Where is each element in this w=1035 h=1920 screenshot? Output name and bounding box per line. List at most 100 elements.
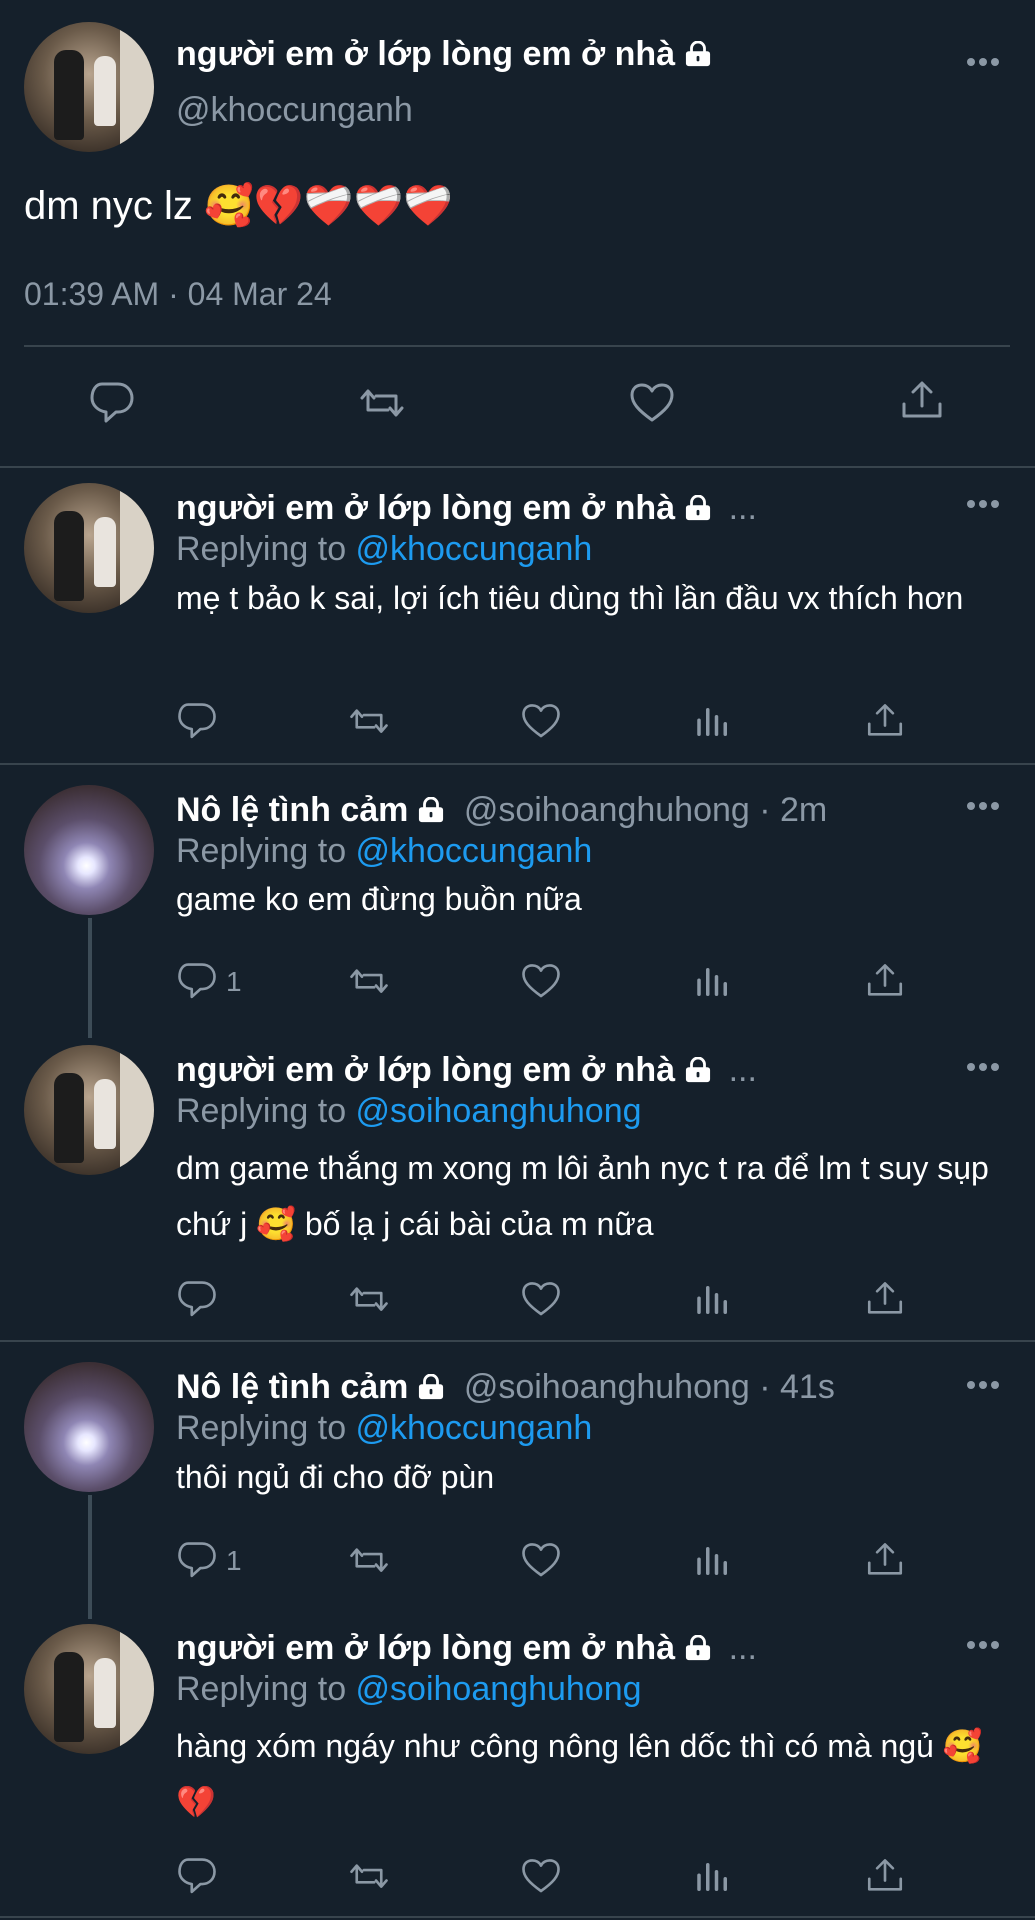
retweet-button[interactable]	[348, 1278, 390, 1322]
lock-icon	[684, 1635, 712, 1661]
retweet-icon	[350, 1864, 388, 1888]
display-name[interactable]: người em ở lớp lòng em ở nhà	[176, 34, 713, 74]
like-button[interactable]	[520, 1539, 562, 1583]
reply-count: 1	[226, 966, 242, 997]
retweet-icon	[350, 1548, 388, 1572]
display-name[interactable]: người em ở lớp lòng em ở nhà ...	[176, 488, 757, 528]
more-icon[interactable]	[967, 500, 999, 510]
retweet-icon	[350, 709, 388, 733]
more-icon[interactable]	[967, 802, 999, 812]
replying-label: Replying to	[176, 1670, 356, 1708]
replying-to-link[interactable]: @khoccunganh	[356, 832, 593, 870]
tweet-text: thôi ngủ đi cho đỡ pùn	[176, 1459, 495, 1495]
more-icon[interactable]	[967, 58, 999, 68]
avatar[interactable]	[24, 785, 154, 915]
share-button[interactable]	[864, 1278, 906, 1322]
handle[interactable]: @khoccunganh	[176, 90, 413, 130]
replying-to-link[interactable]: @soihoanghuhong	[356, 1670, 642, 1708]
analytics-button[interactable]	[692, 700, 734, 744]
share-button[interactable]	[864, 1855, 906, 1899]
reply-button[interactable]: 1	[176, 1539, 242, 1583]
reply-icon	[178, 1281, 216, 1317]
thread-line	[88, 1495, 92, 1619]
action-bar	[176, 1278, 936, 1322]
tweet-text: hàng xóm ngáy như công nông lên dốc thì …	[176, 1728, 983, 1820]
reply-icon	[178, 1858, 216, 1894]
lock-icon	[417, 1374, 445, 1400]
like-button[interactable]	[520, 960, 562, 1004]
divider	[0, 466, 1035, 468]
like-button[interactable]	[520, 1855, 562, 1899]
retweet-icon	[350, 1287, 388, 1311]
reply-button[interactable]	[176, 700, 218, 744]
display-name[interactable]: Nô lệ tình cảm @soihoanghuhong · 2m	[176, 790, 827, 830]
tweet-text: mẹ t bảo k sai, lợi ích tiêu dùng thì lầ…	[176, 580, 964, 616]
display-name-text: người em ở lớp lòng em ở nhà	[176, 35, 676, 73]
handle-time[interactable]: @soihoanghuhong · 41s	[464, 1368, 835, 1406]
retweet-button[interactable]	[348, 1855, 390, 1899]
avatar[interactable]	[24, 1362, 154, 1492]
reply-icon[interactable]	[88, 380, 136, 428]
analytics-button[interactable]	[692, 960, 734, 1004]
reply-count: 1	[226, 1545, 242, 1576]
reply-button[interactable]	[176, 1278, 218, 1322]
retweet-icon[interactable]	[358, 380, 406, 428]
analytics-button[interactable]	[692, 1855, 734, 1899]
retweet-icon	[350, 969, 388, 993]
share-button[interactable]	[864, 1539, 906, 1583]
more-icon[interactable]	[967, 1063, 999, 1073]
more-icon[interactable]	[967, 1641, 999, 1651]
action-bar: 1	[176, 1539, 936, 1583]
replying-to: Replying to @khoccunganh	[176, 831, 592, 871]
action-bar: 1	[176, 960, 936, 1004]
like-button[interactable]	[520, 700, 562, 744]
divider	[24, 345, 1010, 347]
analytics-icon	[697, 1547, 727, 1575]
share-icon	[867, 964, 903, 996]
analytics-icon	[697, 968, 727, 996]
display-name-text: người em ở lớp lòng em ở nhà	[176, 1629, 676, 1667]
share-icon[interactable]	[898, 378, 946, 426]
tweet-text: dm game thắng m xong m lôi ảnh nyc t ra …	[176, 1150, 989, 1242]
replying-label: Replying to	[176, 530, 356, 568]
display-name-text: người em ở lớp lòng em ở nhà	[176, 1051, 676, 1089]
lock-icon	[417, 797, 445, 823]
action-bar	[176, 1855, 936, 1899]
replying-label: Replying to	[176, 1409, 356, 1447]
display-name[interactable]: người em ở lớp lòng em ở nhà ...	[176, 1050, 757, 1090]
retweet-button[interactable]	[348, 700, 390, 744]
replying-to: Replying to @khoccunganh	[176, 529, 592, 569]
like-icon	[522, 1282, 560, 1316]
truncation: ...	[728, 1051, 757, 1089]
like-icon	[522, 1543, 560, 1577]
replying-to-link[interactable]: @soihoanghuhong	[356, 1092, 642, 1130]
replying-to-link[interactable]: @khoccunganh	[356, 530, 593, 568]
analytics-button[interactable]	[692, 1278, 734, 1322]
thread-line	[88, 918, 92, 1038]
avatar[interactable]	[24, 1045, 154, 1175]
avatar[interactable]	[24, 22, 154, 152]
analytics-button[interactable]	[692, 1539, 734, 1583]
share-icon	[867, 704, 903, 736]
share-button[interactable]	[864, 960, 906, 1004]
like-icon	[522, 964, 560, 998]
timestamp[interactable]: 01:39 AM · 04 Mar 24	[24, 274, 332, 314]
reply-button[interactable]	[176, 1855, 218, 1899]
replying-to-link[interactable]: @khoccunganh	[356, 1409, 593, 1447]
reply-button[interactable]: 1	[176, 960, 242, 1004]
like-button[interactable]	[520, 1278, 562, 1322]
truncation: ...	[728, 489, 757, 527]
analytics-icon	[697, 708, 727, 736]
replying-to: Replying to @khoccunganh	[176, 1408, 592, 1448]
more-icon[interactable]	[967, 1381, 999, 1391]
display-name[interactable]: Nô lệ tình cảm @soihoanghuhong · 41s	[176, 1367, 835, 1407]
share-button[interactable]	[864, 700, 906, 744]
like-icon[interactable]	[628, 380, 676, 428]
handle-time[interactable]: @soihoanghuhong · 2m	[464, 791, 827, 829]
avatar[interactable]	[24, 483, 154, 613]
share-icon	[867, 1543, 903, 1575]
retweet-button[interactable]	[348, 960, 390, 1004]
retweet-button[interactable]	[348, 1539, 390, 1583]
avatar[interactable]	[24, 1624, 154, 1754]
display-name[interactable]: người em ở lớp lòng em ở nhà ...	[176, 1628, 757, 1668]
